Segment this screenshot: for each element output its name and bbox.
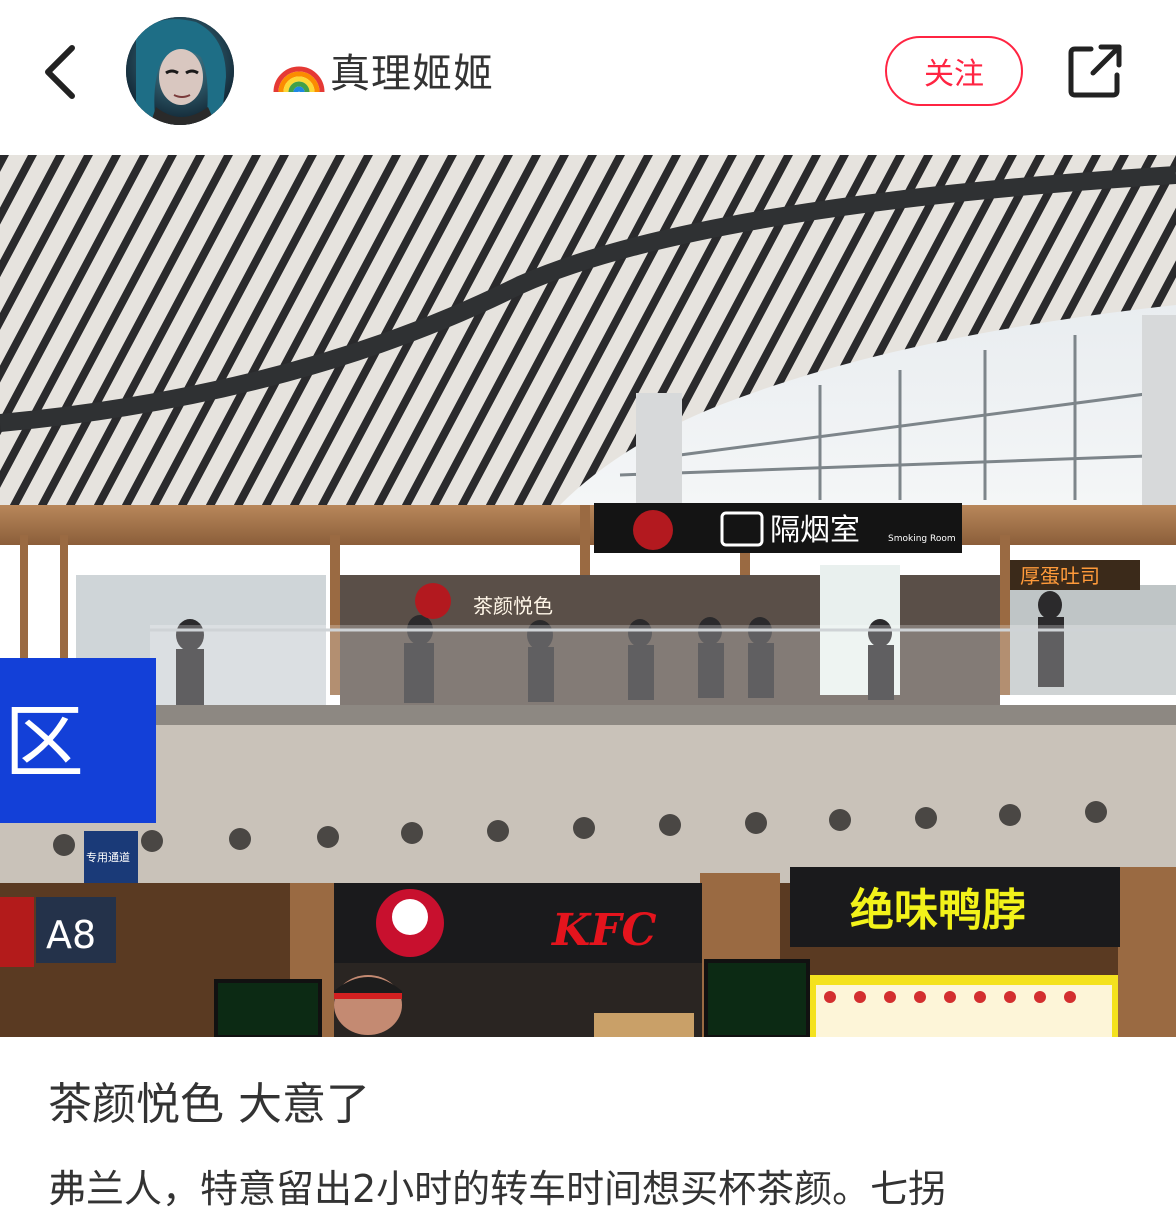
sign-smoking-room: 隔烟室: [770, 513, 860, 548]
share-button[interactable]: [1062, 38, 1128, 104]
sign-duck-shop: 绝味鸭脖: [850, 885, 1026, 936]
sign-kfc: KFC: [550, 905, 657, 956]
note-photo[interactable]: 隔烟室 Smoking Room 茶颜悦色 厚蛋吐司 区 专用通道 A8 KFC…: [0, 155, 1176, 1037]
username[interactable]: 真理姬姬: [272, 44, 494, 97]
sign-zone: 区: [4, 696, 84, 789]
share-icon: [1068, 44, 1122, 98]
note-body: 弗兰人，特意留出2小时的转车时间想买杯茶颜。七拐: [48, 1167, 947, 1211]
chevron-left-icon: [45, 45, 75, 99]
rainbow-icon: [273, 66, 325, 93]
back-button[interactable]: [30, 38, 90, 106]
avatar[interactable]: [126, 17, 234, 125]
sign-gate: A8: [46, 913, 96, 957]
note-title: 茶颜悦色 大意了: [48, 1079, 370, 1130]
note-header: 真理姬姬 关注: [0, 0, 1176, 155]
follow-button[interactable]: 关注: [885, 36, 1023, 106]
sign-channel: 专用通道: [86, 850, 130, 864]
sign-smoking-room-sub: Smoking Room: [888, 534, 956, 544]
sign-tea-shop: 茶颜悦色: [473, 594, 553, 618]
username-text: 真理姬姬: [330, 51, 494, 97]
sign-toast-shop: 厚蛋吐司: [1020, 564, 1100, 588]
